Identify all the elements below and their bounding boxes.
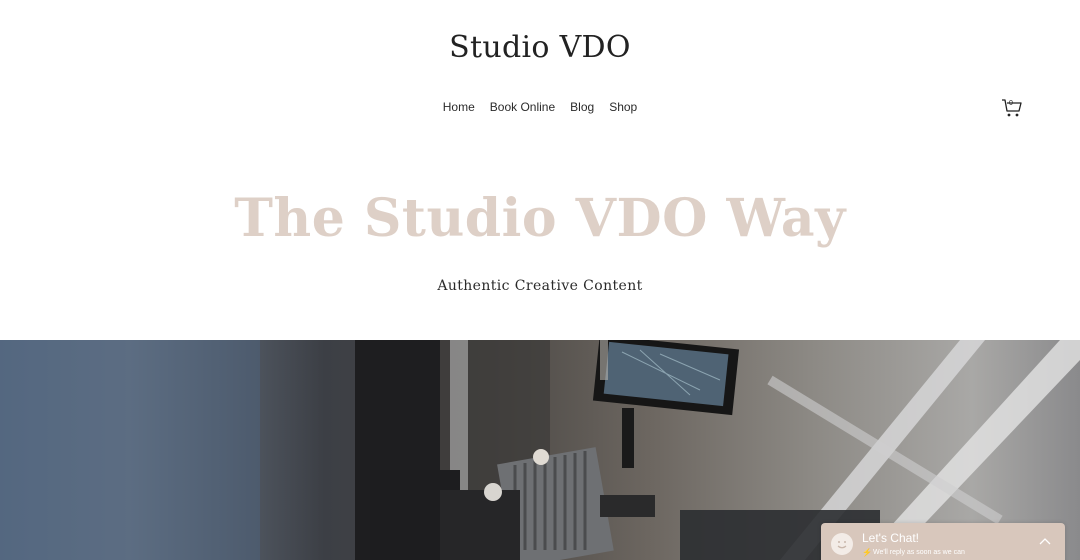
smiley-icon [831,533,853,555]
hero-title: The Studio VDO Way [234,188,846,249]
lightning-icon: ⚡ [862,548,872,557]
nav-item-home[interactable]: Home [443,100,475,114]
main-nav: Home Book Online Blog Shop [0,100,1080,114]
chat-widget[interactable]: Let's Chat! ⚡ We'll reply as soon as we … [821,523,1065,560]
nav-item-blog[interactable]: Blog [570,100,594,114]
chevron-up-icon[interactable] [1039,537,1051,545]
cart-count: 0 [1009,100,1013,107]
cart-button[interactable]: 0 [1001,98,1023,118]
nav-item-shop[interactable]: Shop [609,100,637,114]
hero-subtitle: Authentic Creative Content [437,278,643,294]
nav-item-book-online[interactable]: Book Online [490,100,555,114]
chat-title: Let's Chat! [862,531,919,545]
chat-subtitle: We'll reply as soon as we can [873,549,965,556]
site-title[interactable]: Studio VDO [0,30,1080,65]
